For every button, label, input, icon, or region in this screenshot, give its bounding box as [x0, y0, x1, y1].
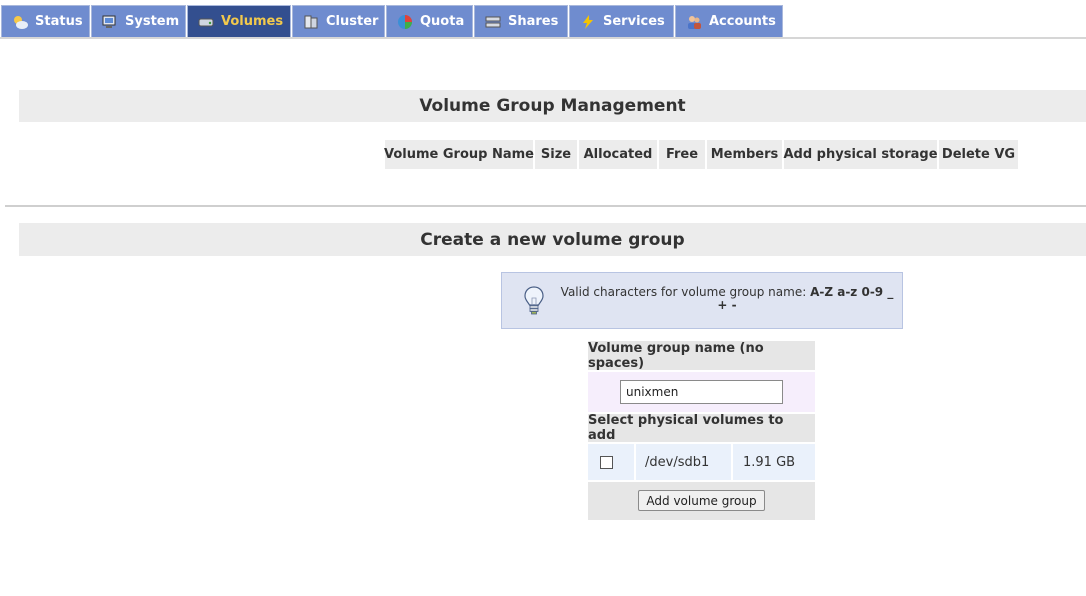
- vg-name-label: Volume group name (no spaces): [588, 341, 815, 371]
- tab-volumes-label: Volumes: [221, 14, 284, 29]
- column-header-vg-name: Volume Group Name: [384, 140, 534, 169]
- users-icon: [686, 14, 702, 30]
- pv-size: 1.91 GB: [733, 444, 815, 480]
- tip-box: Valid characters for volume group name: …: [501, 272, 903, 329]
- tab-cluster-label: Cluster: [326, 14, 379, 29]
- tip-valid-symbols: + -: [717, 298, 737, 312]
- column-header-members: Members: [707, 140, 782, 169]
- tab-status-label: Status: [35, 14, 83, 29]
- pv-select-label: Select physical volumes to add: [588, 413, 815, 443]
- tab-accounts-label: Accounts: [709, 14, 776, 29]
- monitor-icon: [102, 14, 118, 30]
- tab-shares[interactable]: Shares: [474, 5, 568, 37]
- tab-accounts[interactable]: Accounts: [675, 5, 783, 37]
- lightbulb-icon: [522, 285, 546, 317]
- section-divider: [5, 205, 1086, 207]
- tip-valid-chars: A-Z a-z 0-9 _: [810, 285, 894, 299]
- drive-icon: [198, 14, 214, 30]
- share-icon: [485, 14, 501, 30]
- create-vg-title: Create a new volume group: [19, 223, 1086, 256]
- vg-name-input[interactable]: [620, 380, 783, 404]
- lightning-icon: [580, 14, 596, 30]
- tip-text: Valid characters for volume group name: …: [560, 286, 894, 312]
- tab-system-label: System: [125, 14, 180, 29]
- column-header-allocated: Allocated: [579, 140, 657, 169]
- column-header-add-storage: Add physical storage: [783, 140, 938, 169]
- pv-checkbox[interactable]: [600, 456, 613, 469]
- pie-icon: [397, 14, 413, 30]
- tab-services-label: Services: [603, 14, 665, 29]
- vg-management-title: Volume Group Management: [19, 90, 1086, 122]
- column-header-free: Free: [659, 140, 705, 169]
- add-volume-group-button[interactable]: Add volume group: [638, 490, 765, 511]
- tab-services[interactable]: Services: [569, 5, 674, 37]
- servers-icon: [303, 14, 319, 30]
- tab-bar-divider: [0, 37, 1086, 39]
- column-header-delete-vg: Delete VG: [939, 140, 1018, 169]
- column-header-size: Size: [535, 140, 577, 169]
- tab-shares-label: Shares: [508, 14, 559, 29]
- tab-volumes[interactable]: Volumes: [187, 5, 291, 37]
- tab-quota[interactable]: Quota: [386, 5, 473, 37]
- tab-quota-label: Quota: [420, 14, 465, 29]
- tab-status[interactable]: Status: [1, 5, 90, 37]
- pv-device: /dev/sdb1: [636, 444, 731, 480]
- tab-cluster[interactable]: Cluster: [292, 5, 385, 37]
- main-tab-bar: Status System Volumes Cluster Quota Shar…: [0, 5, 1086, 37]
- tip-prefix: Valid characters for volume group name:: [560, 285, 811, 299]
- tab-system[interactable]: System: [91, 5, 186, 37]
- weather-icon: [12, 14, 28, 30]
